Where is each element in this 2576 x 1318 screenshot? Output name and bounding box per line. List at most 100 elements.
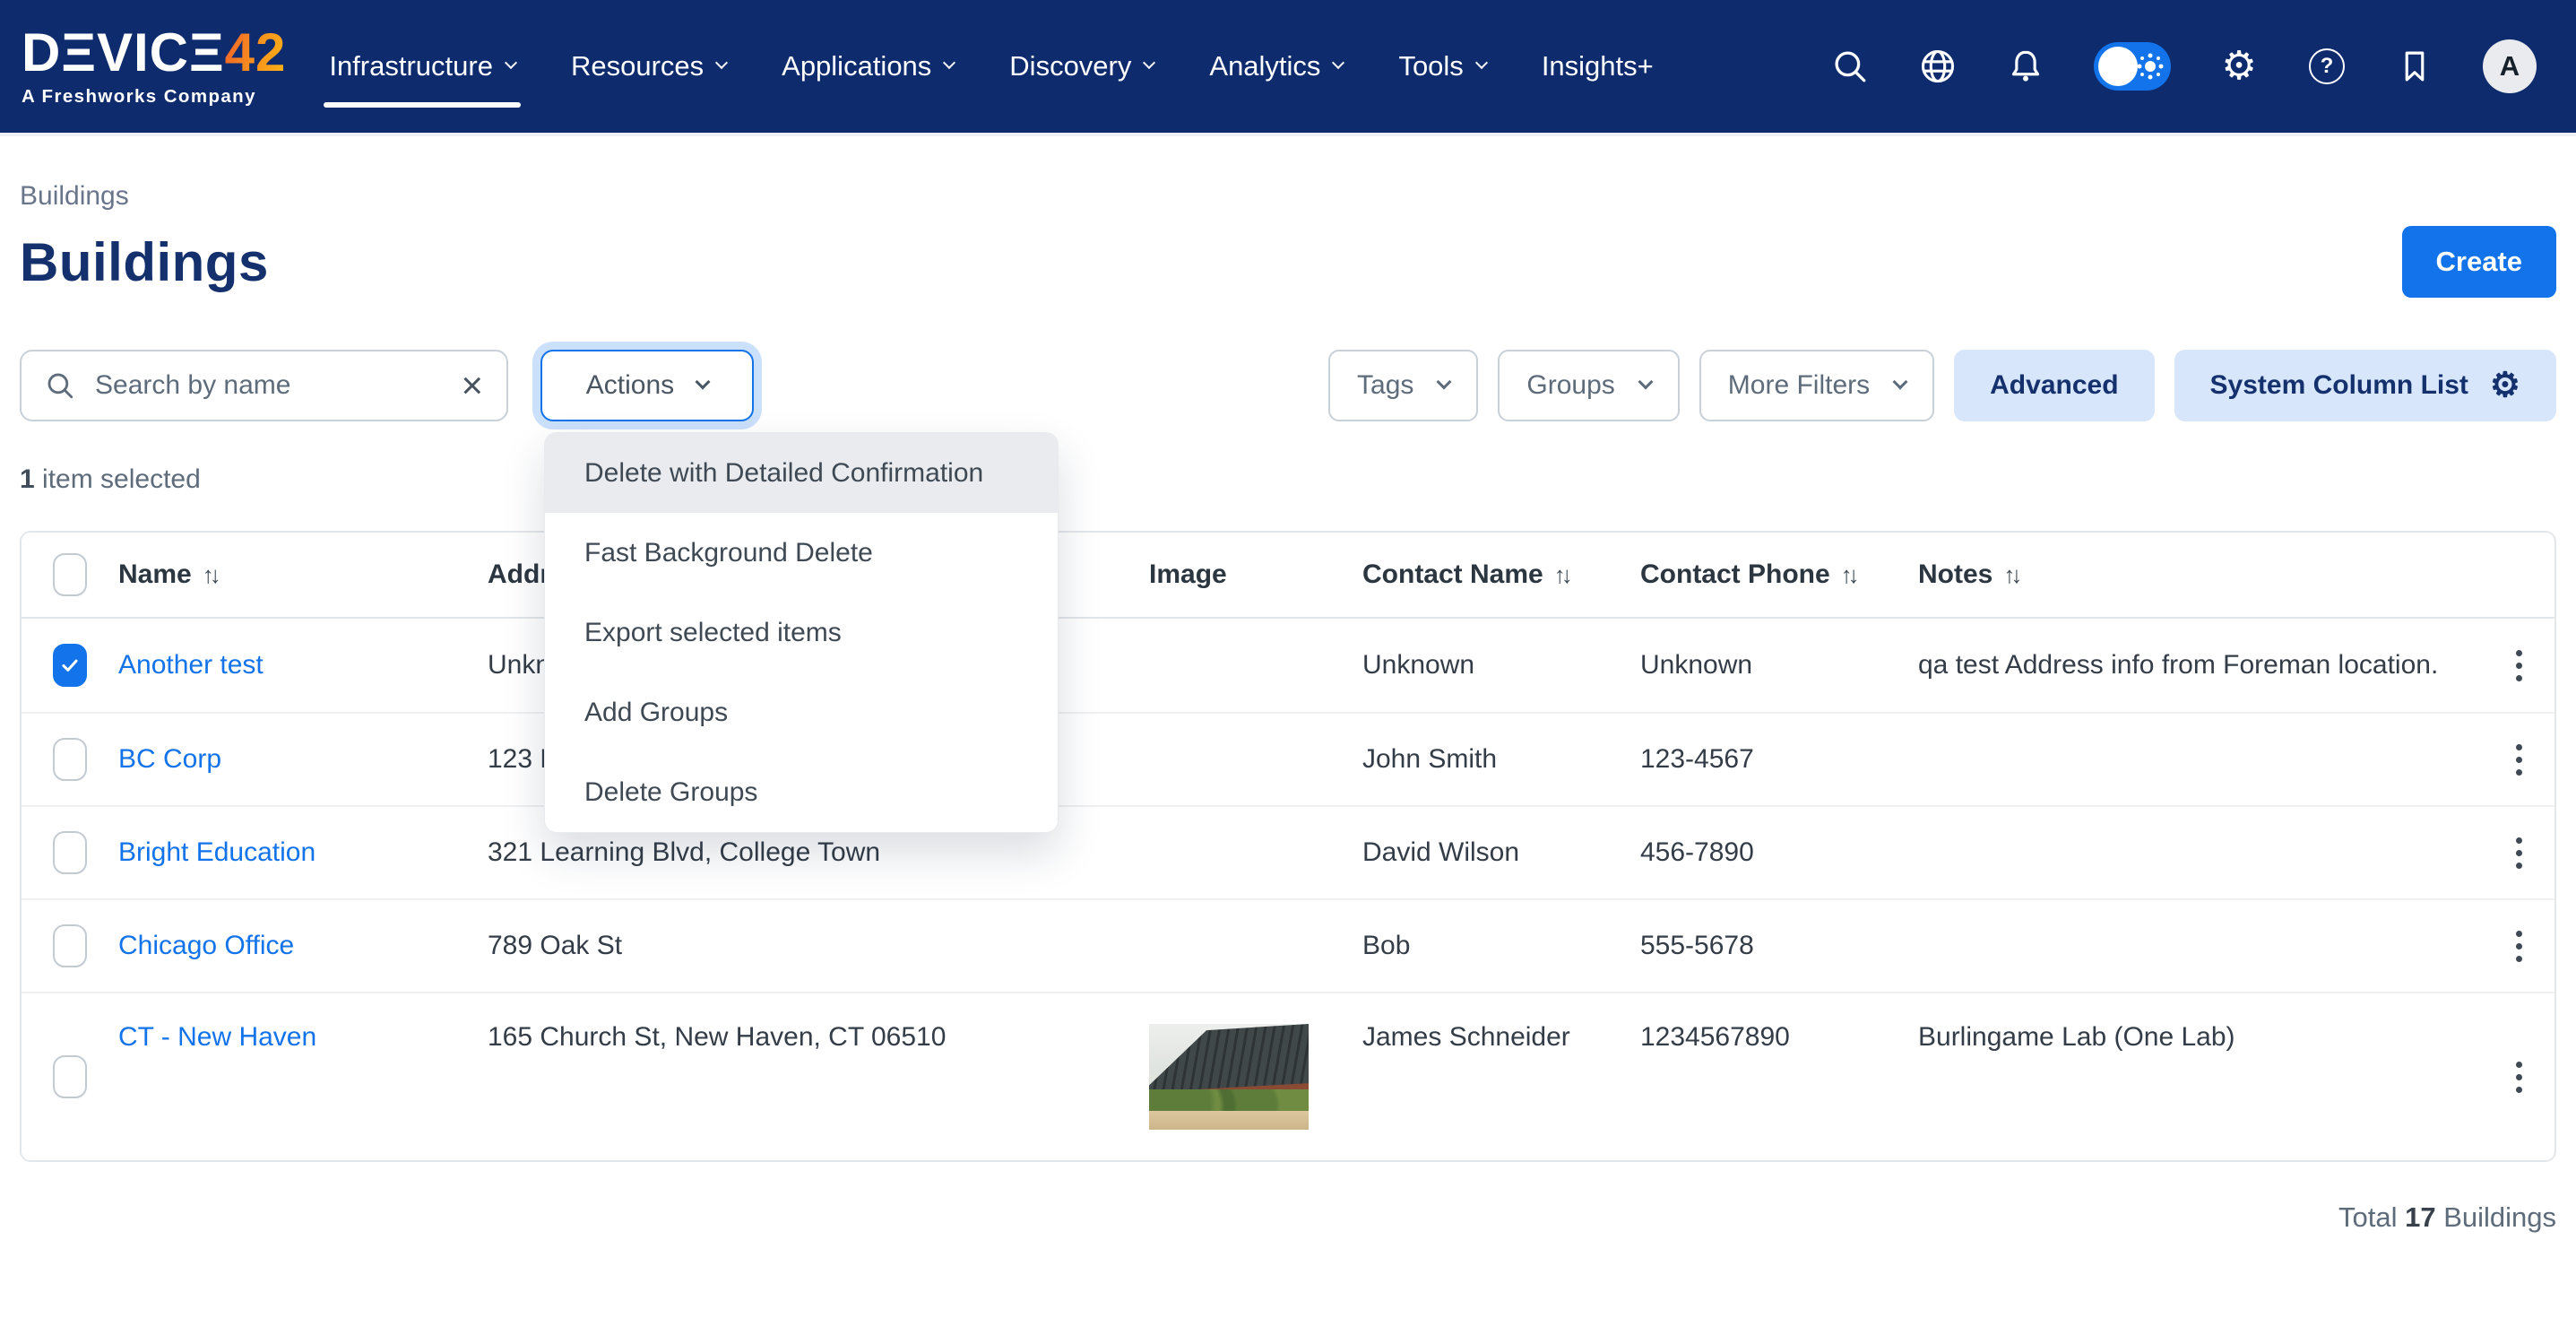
select-all-checkbox[interactable] (53, 553, 87, 596)
image-cell (1149, 807, 1362, 898)
notes-cell (1918, 714, 2479, 805)
logo-wordmark: DΞVICΞ42 (22, 26, 286, 80)
filter-more-filters[interactable]: More Filters (1699, 350, 1934, 421)
filter-groups[interactable]: Groups (1498, 350, 1679, 421)
notes-cell (1918, 807, 2479, 898)
gear-icon: ⚙ (2490, 369, 2520, 403)
contact-name-cell: David Wilson (1362, 807, 1640, 898)
notes-cell: Burlingame Lab (One Lab) (1918, 993, 2479, 1160)
bookmark-icon[interactable] (2395, 47, 2434, 86)
building-name-link[interactable]: Chicago Office (118, 931, 294, 961)
toolbar: Search by name × Actions Delete with Det… (20, 350, 2556, 421)
actions-dropdown-button[interactable]: Actions (540, 350, 754, 421)
logo-accent-42: 42 (225, 22, 287, 82)
column-header-contact-phone[interactable]: Contact Phone↑↓ (1640, 533, 1918, 617)
table-header: Name↑↓Address↑↓ImageContact Name↑↓Contac… (22, 533, 2554, 619)
menu-item-delete-with-detailed-confirmation[interactable]: Delete with Detailed Confirmation (545, 433, 1058, 513)
table-row: Chicago Office 789 Oak St Bob 555-5678 (22, 898, 2554, 992)
search-input[interactable]: Search by name × (20, 350, 508, 421)
contact-name-cell: Bob (1362, 900, 1640, 992)
chevron-down-icon (1638, 375, 1653, 390)
row-checkbox[interactable] (53, 644, 87, 687)
page-title: Buildings (20, 231, 269, 293)
row-checkbox[interactable] (53, 924, 87, 967)
breadcrumb[interactable]: Buildings (20, 181, 2556, 212)
toggle-knob (2098, 47, 2138, 86)
notes-cell: qa test Address info from Foreman locati… (1918, 619, 2479, 712)
search-icon[interactable] (1830, 47, 1870, 86)
sort-icon[interactable]: ↑↓ (1841, 561, 1855, 589)
image-cell (1149, 619, 1362, 712)
advanced-button[interactable]: Advanced (1954, 350, 2154, 421)
building-name-link[interactable]: BC Corp (118, 744, 221, 775)
column-header-contact-name[interactable]: Contact Name↑↓ (1362, 533, 1640, 617)
row-menu-button[interactable] (2507, 735, 2531, 785)
nav-item-discovery[interactable]: Discovery (1009, 38, 1154, 95)
top-navigation: DΞVICΞ42 A Freshworks Company Infrastruc… (0, 0, 2576, 133)
system-column-list-button[interactable]: System Column List⚙ (2174, 350, 2556, 421)
nav-item-resources[interactable]: Resources (571, 38, 726, 95)
column-header-image: Image (1149, 533, 1362, 617)
contact-phone-cell: 456-7890 (1640, 807, 1918, 898)
table-total: Total 17 Buildings (20, 1201, 2556, 1234)
settings-gear-icon[interactable]: ⚙ (2219, 47, 2259, 86)
row-menu-button[interactable] (2507, 922, 2531, 971)
row-checkbox[interactable] (53, 1055, 87, 1098)
row-menu-button[interactable] (2507, 1053, 2531, 1102)
chevron-down-icon (1332, 56, 1344, 69)
menu-item-export-selected-items[interactable]: Export selected items (545, 593, 1058, 672)
sort-icon[interactable]: ↑↓ (203, 561, 217, 589)
contact-name-cell: John Smith (1362, 714, 1640, 805)
contact-name-cell: James Schneider (1362, 993, 1640, 1160)
address-cell: 165 Church St, New Haven, CT 06510 (488, 993, 1149, 1160)
chevron-down-icon (505, 56, 517, 69)
table-row: Bright Education 321 Learning Blvd, Coll… (22, 805, 2554, 898)
column-header-notes[interactable]: Notes↑↓ (1918, 533, 2479, 617)
menu-item-delete-groups[interactable]: Delete Groups (545, 752, 1058, 832)
filter-tags[interactable]: Tags (1328, 350, 1478, 421)
search-field-icon (45, 370, 75, 401)
user-avatar[interactable]: A (2483, 39, 2537, 93)
row-menu-button[interactable] (2507, 828, 2531, 878)
device42-logo[interactable]: DΞVICΞ42 A Freshworks Company (22, 26, 286, 107)
chevron-down-icon (1893, 375, 1908, 390)
sort-icon[interactable]: ↑↓ (2003, 561, 2018, 589)
contact-phone-cell: 555-5678 (1640, 900, 1918, 992)
help-icon[interactable]: ? (2307, 47, 2347, 86)
building-name-link[interactable]: CT - New Haven (118, 1022, 316, 1053)
menu-item-add-groups[interactable]: Add Groups (545, 672, 1058, 752)
sort-icon[interactable]: ↑↓ (1554, 561, 1569, 589)
clear-search-icon[interactable]: × (461, 367, 483, 404)
nav-item-applications[interactable]: Applications (782, 38, 954, 95)
image-cell (1149, 900, 1362, 992)
chevron-down-icon (943, 56, 955, 69)
notifications-bell-icon[interactable] (2006, 47, 2045, 86)
selection-status: 1 item selected (20, 464, 2556, 495)
table-body: Another test Unknown Unknown Unknown qa … (22, 619, 2554, 1160)
chevron-down-icon (1437, 375, 1452, 390)
row-checkbox[interactable] (53, 738, 87, 781)
building-name-link[interactable]: Bright Education (118, 837, 316, 868)
create-button[interactable]: Create (2402, 226, 2557, 298)
row-checkbox[interactable] (53, 831, 87, 874)
nav-divider (0, 133, 2576, 136)
column-header-name[interactable]: Name↑↓ (118, 533, 488, 617)
contact-name-cell: Unknown (1362, 619, 1640, 712)
filter-chips: Tags Groups More Filters Advanced System Col… (1328, 350, 2556, 421)
contact-phone-cell: Unknown (1640, 619, 1918, 712)
image-cell (1149, 714, 1362, 805)
nav-item-analytics[interactable]: Analytics (1209, 38, 1343, 95)
globe-icon[interactable] (1918, 47, 1958, 86)
table-row: Another test Unknown Unknown Unknown qa … (22, 619, 2554, 712)
nav-item-tools[interactable]: Tools (1398, 38, 1485, 95)
row-menu-button[interactable] (2507, 641, 2531, 690)
building-name-link[interactable]: Another test (118, 650, 264, 681)
theme-toggle[interactable] (2094, 42, 2171, 91)
table-row: CT - New Haven 165 Church St, New Haven,… (22, 992, 2554, 1160)
building-photo (1149, 1024, 1309, 1130)
contact-phone-cell: 1234567890 (1640, 993, 1918, 1160)
nav-right-icons: ⚙ ? A (1830, 39, 2537, 93)
menu-item-fast-background-delete[interactable]: Fast Background Delete (545, 513, 1058, 593)
nav-item-insights[interactable]: Insights+ (1542, 38, 1654, 95)
nav-item-infrastructure[interactable]: Infrastructure (329, 38, 515, 95)
